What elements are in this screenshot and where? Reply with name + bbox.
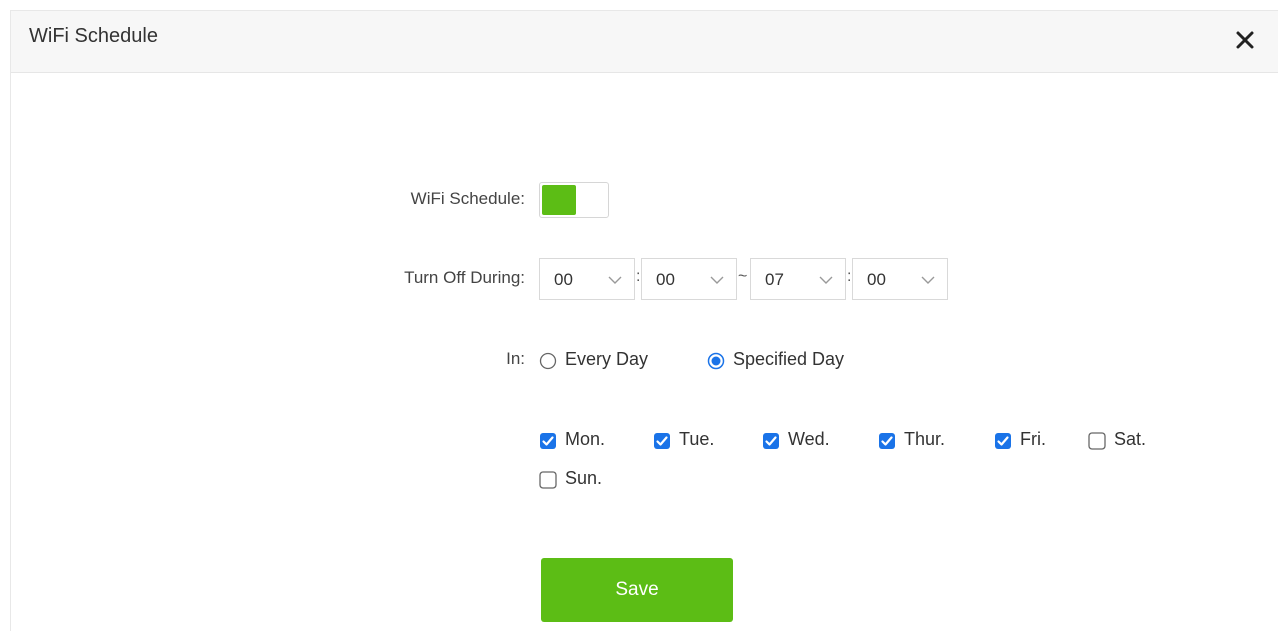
start-hour-value: 00 bbox=[554, 270, 573, 289]
specified-day-label: Specified Day bbox=[733, 349, 845, 369]
day-label: Tue. bbox=[679, 429, 715, 449]
dialog-header: WiFi Schedule bbox=[11, 11, 1278, 73]
end-hour-select[interactable]: 07 bbox=[750, 258, 846, 300]
radio-checked-icon bbox=[707, 352, 725, 370]
day-checkbox-sun[interactable]: Sun. bbox=[539, 468, 629, 492]
turn-off-label: Turn Off During: bbox=[404, 268, 525, 287]
close-icon[interactable] bbox=[1234, 29, 1256, 51]
chevron-down-icon bbox=[608, 276, 622, 284]
chevron-down-icon bbox=[819, 276, 833, 284]
schedule-label: WiFi Schedule: bbox=[410, 189, 525, 208]
start-minute-select[interactable]: 00 bbox=[641, 258, 737, 300]
schedule-toggle[interactable] bbox=[539, 182, 609, 218]
day-label: Sun. bbox=[565, 468, 603, 488]
day-label: Mon. bbox=[565, 429, 606, 449]
specified-day-radio[interactable]: Specified Day bbox=[707, 349, 887, 373]
day-checkbox-thur[interactable]: Thur. bbox=[878, 429, 968, 453]
day-checkbox-fri[interactable]: Fri. bbox=[994, 429, 1084, 453]
day-checkbox-mon[interactable]: Mon. bbox=[539, 429, 629, 453]
start-hour-select[interactable]: 00 bbox=[539, 258, 635, 300]
checkbox-checked-icon bbox=[654, 433, 670, 449]
chevron-down-icon bbox=[921, 276, 935, 284]
checkbox-unchecked-icon bbox=[1088, 432, 1106, 450]
day-label: Fri. bbox=[1020, 429, 1046, 449]
checkbox-checked-icon bbox=[763, 433, 779, 449]
day-checkbox-wed[interactable]: Wed. bbox=[762, 429, 852, 453]
day-checkbox-sat[interactable]: Sat. bbox=[1088, 429, 1178, 453]
wifi-schedule-dialog: WiFi Schedule WiFi Schedule: Turn Off Du… bbox=[10, 10, 1278, 631]
checkbox-checked-icon bbox=[879, 433, 895, 449]
day-label: Sat. bbox=[1114, 429, 1147, 449]
every-day-radio[interactable]: Every Day bbox=[539, 349, 679, 373]
checkbox-checked-icon bbox=[995, 433, 1011, 449]
radio-unchecked-icon bbox=[539, 352, 557, 370]
range-separator: ~ bbox=[738, 268, 748, 285]
every-day-label: Every Day bbox=[565, 349, 649, 369]
end-minute-select[interactable]: 00 bbox=[852, 258, 948, 300]
end-minute-value: 00 bbox=[867, 270, 886, 289]
save-button[interactable]: Save bbox=[541, 558, 733, 622]
time-separator: : bbox=[636, 268, 641, 285]
checkbox-checked-icon bbox=[540, 433, 556, 449]
time-separator: : bbox=[847, 268, 852, 285]
toggle-knob-on bbox=[542, 185, 576, 215]
in-label: In: bbox=[506, 349, 525, 368]
day-label: Wed. bbox=[788, 429, 830, 449]
day-label: Thur. bbox=[904, 429, 946, 449]
start-minute-value: 00 bbox=[656, 270, 675, 289]
end-hour-value: 07 bbox=[765, 270, 784, 289]
chevron-down-icon bbox=[710, 276, 724, 284]
checkbox-unchecked-icon bbox=[539, 471, 557, 489]
day-checkbox-tue[interactable]: Tue. bbox=[653, 429, 743, 453]
dialog-title: WiFi Schedule bbox=[29, 25, 158, 47]
